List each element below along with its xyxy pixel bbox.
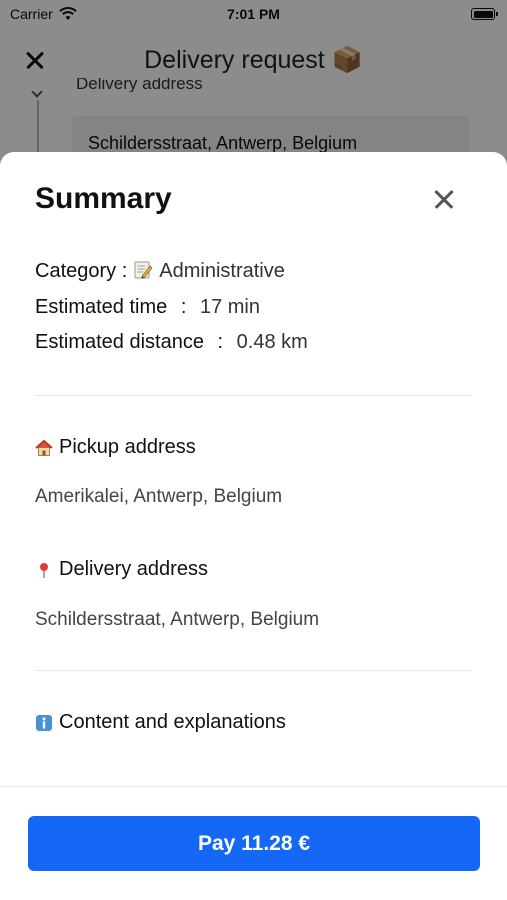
content-heading-text: Content and explanations	[59, 711, 286, 733]
estimated-time-value: 17 min	[199, 296, 260, 318]
delivery-heading-text: Delivery address	[59, 558, 208, 580]
estimated-time-separator: :	[180, 296, 187, 318]
sheet-close-icon[interactable]	[430, 186, 458, 214]
footer-divider	[0, 786, 507, 787]
category-row: Category : Administrative	[35, 260, 285, 283]
category-label: Category :	[35, 260, 128, 282]
delivery-heading: Delivery address	[35, 558, 208, 581]
pin-icon	[40, 562, 48, 578]
pickup-heading: Pickup address	[35, 436, 196, 459]
pickup-heading-text: Pickup address	[59, 436, 196, 458]
divider	[35, 670, 472, 671]
content-heading[interactable]: Content and explanations	[35, 711, 286, 734]
estimated-time-row: Estimated time : 17 min	[35, 296, 260, 319]
house-icon	[35, 439, 53, 456]
estimated-distance-value: 0.48 km	[236, 331, 308, 353]
divider	[35, 395, 472, 396]
category-value: Administrative	[159, 260, 285, 282]
pickup-address: Amerikalei, Antwerp, Belgium	[35, 486, 283, 507]
estimated-distance-separator: :	[217, 331, 224, 353]
memo-icon	[134, 261, 153, 279]
sheet-title: Summary	[35, 182, 172, 215]
summary-sheet: Summary Category : Administrative Estima…	[0, 152, 507, 900]
estimated-distance-row: Estimated distance : 0.48 km	[35, 331, 308, 354]
estimated-distance-label: Estimated distance	[35, 331, 204, 353]
delivery-address: Schildersstraat, Antwerp, Belgium	[35, 609, 320, 630]
pay-button[interactable]: Pay 11.28 €	[28, 816, 480, 871]
estimated-time-label: Estimated time	[35, 296, 168, 318]
info-icon	[36, 714, 52, 731]
